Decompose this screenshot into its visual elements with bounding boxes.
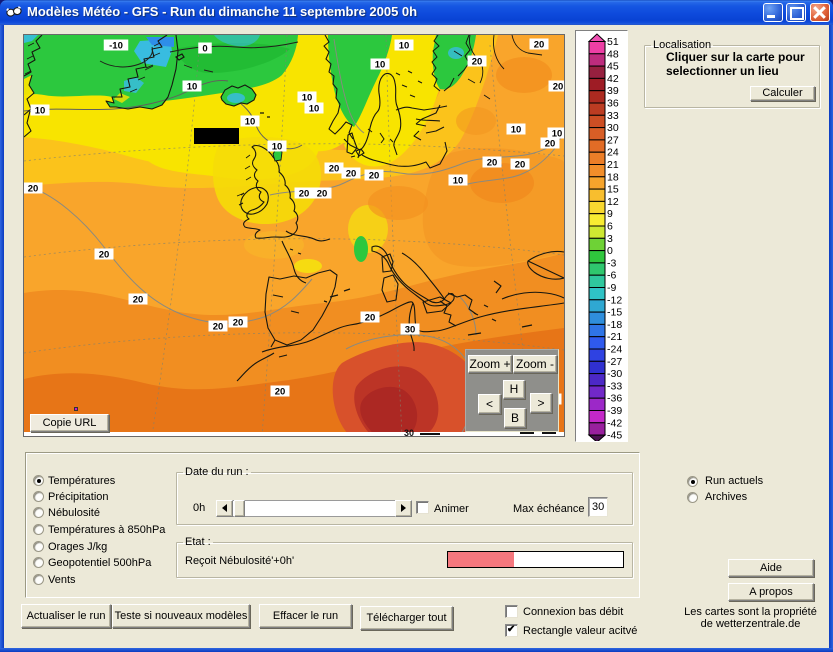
svg-text:10: 10 <box>272 142 283 153</box>
svg-text:39: 39 <box>607 85 619 97</box>
svg-text:0: 0 <box>607 245 613 257</box>
svg-text:20: 20 <box>553 82 564 93</box>
svg-text:-21: -21 <box>607 331 622 343</box>
svg-text:-3: -3 <box>607 257 616 269</box>
svg-text:20: 20 <box>317 189 328 200</box>
svg-text:-39: -39 <box>607 405 622 417</box>
svg-text:-24: -24 <box>607 344 622 356</box>
svg-text:10: 10 <box>187 82 198 93</box>
svg-text:20: 20 <box>329 164 340 175</box>
svg-text:10: 10 <box>35 106 46 117</box>
svg-text:20: 20 <box>472 57 483 68</box>
svg-text:20: 20 <box>487 158 498 169</box>
svg-text:6: 6 <box>607 221 613 233</box>
svg-text:21: 21 <box>607 159 619 171</box>
svg-text:-33: -33 <box>607 380 622 392</box>
svg-text:42: 42 <box>607 73 619 85</box>
svg-text:-10: -10 <box>109 41 123 52</box>
svg-text:-9: -9 <box>607 282 616 294</box>
svg-text:10: 10 <box>309 104 320 115</box>
svg-text:20: 20 <box>365 313 376 324</box>
svg-text:-6: -6 <box>607 270 616 282</box>
svg-text:12: 12 <box>607 196 619 208</box>
svg-text:20: 20 <box>213 322 224 333</box>
svg-text:10: 10 <box>375 60 386 71</box>
svg-text:20: 20 <box>534 40 545 51</box>
svg-text:10: 10 <box>511 125 522 136</box>
svg-text:20: 20 <box>346 169 357 180</box>
svg-text:51: 51 <box>607 36 619 48</box>
svg-text:-15: -15 <box>607 307 622 319</box>
svg-text:9: 9 <box>607 208 613 220</box>
svg-text:-12: -12 <box>607 294 622 306</box>
svg-text:-42: -42 <box>607 417 622 429</box>
svg-text:20: 20 <box>28 184 39 195</box>
svg-text:20: 20 <box>515 160 526 171</box>
svg-text:10: 10 <box>245 117 256 128</box>
svg-text:10: 10 <box>453 176 464 187</box>
svg-text:27: 27 <box>607 134 619 146</box>
svg-text:20: 20 <box>233 318 244 329</box>
svg-text:30: 30 <box>607 122 619 134</box>
svg-text:20: 20 <box>369 171 380 182</box>
svg-text:-45: -45 <box>607 430 622 441</box>
svg-text:20: 20 <box>99 250 110 261</box>
svg-text:30: 30 <box>405 325 416 336</box>
svg-text:-27: -27 <box>607 356 622 368</box>
svg-text:24: 24 <box>607 147 619 159</box>
svg-text:18: 18 <box>607 171 619 183</box>
svg-text:20: 20 <box>299 189 310 200</box>
svg-text:-18: -18 <box>607 319 622 331</box>
svg-text:48: 48 <box>607 48 619 60</box>
svg-text:0: 0 <box>202 44 207 55</box>
svg-text:3: 3 <box>607 233 613 245</box>
svg-text:20: 20 <box>133 295 144 306</box>
svg-text:-36: -36 <box>607 393 622 405</box>
svg-text:30: 30 <box>404 428 414 436</box>
svg-text:20: 20 <box>275 387 286 398</box>
svg-text:20: 20 <box>545 139 556 150</box>
svg-text:15: 15 <box>607 184 619 196</box>
svg-text:-30: -30 <box>607 368 622 380</box>
svg-text:45: 45 <box>607 61 619 73</box>
svg-text:36: 36 <box>607 98 619 110</box>
svg-text:10: 10 <box>399 41 410 52</box>
svg-text:33: 33 <box>607 110 619 122</box>
svg-text:10: 10 <box>302 93 313 104</box>
